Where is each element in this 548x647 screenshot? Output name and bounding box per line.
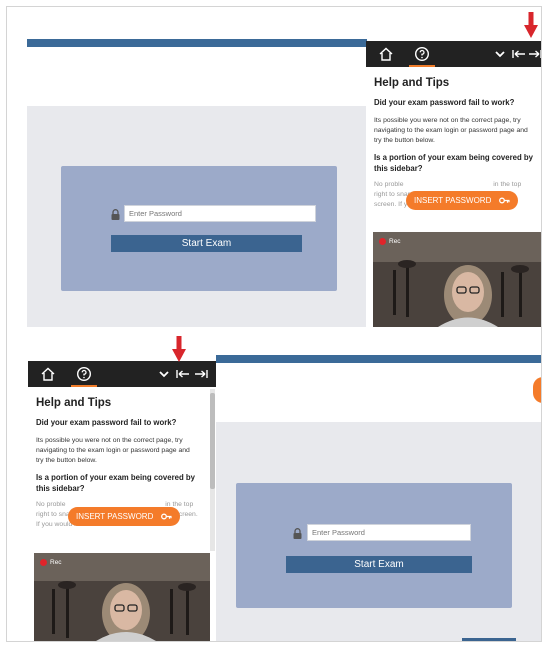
answer-start: No proble — [36, 501, 66, 508]
insert-password-button[interactable]: INSERT PASSWORD — [68, 507, 180, 526]
webcam-image — [373, 232, 541, 327]
webcam-feed: Rec — [34, 553, 210, 641]
key-icon — [160, 513, 172, 520]
record-dot-icon — [379, 238, 386, 245]
question-sidebar-covering: Is a portion of your exam being covered … — [374, 153, 534, 173]
lock-icon — [293, 528, 302, 539]
recording-indicator: Rec — [40, 559, 62, 566]
start-exam-button[interactable]: Start Exam — [286, 556, 472, 573]
question-sidebar-covering: Is a portion of your exam being covered … — [36, 473, 196, 493]
key-icon — [498, 197, 510, 204]
start-exam-button[interactable]: Start Exam — [111, 235, 302, 252]
record-dot-icon — [40, 559, 47, 566]
home-icon[interactable] — [40, 366, 56, 382]
help-icon[interactable] — [76, 366, 92, 382]
edge-badge — [533, 377, 541, 403]
scrollbar-thumb[interactable] — [210, 393, 215, 489]
recording-indicator: Rec — [379, 238, 401, 245]
bottom-edge-bar — [462, 638, 516, 641]
screenshot-top: Enter Password Start Exam Help and Tips … — [27, 31, 541, 327]
insert-password-label: INSERT PASSWORD — [414, 196, 492, 205]
exam-login-box: Enter Password Start Exam — [236, 483, 512, 608]
rec-label: Rec — [389, 238, 401, 246]
exam-login-box: Enter Password Start Exam — [61, 166, 337, 291]
sidebar-title: Help and Tips — [374, 77, 450, 89]
rec-label: Rec — [50, 559, 62, 567]
exam-header-bar — [27, 39, 367, 47]
chevron-down-icon[interactable] — [494, 46, 506, 62]
help-sidebar: Help and Tips Did your exam password fai… — [366, 41, 541, 327]
insert-password-label: INSERT PASSWORD — [76, 512, 154, 521]
active-tab-indicator — [71, 385, 97, 387]
red-down-arrow-icon — [524, 12, 538, 38]
sidebar-scrollbar[interactable] — [210, 389, 215, 551]
chevron-down-icon[interactable] — [158, 366, 170, 382]
home-icon[interactable] — [378, 46, 394, 62]
exam-stage: Enter Password Start Exam — [216, 422, 541, 641]
question-password-fail: Did your exam password fail to work? — [36, 418, 177, 427]
exam-header-bar — [216, 355, 541, 363]
question-password-fail: Did your exam password fail to work? — [374, 98, 515, 107]
snap-right-icon[interactable] — [528, 46, 541, 62]
red-down-arrow-icon — [172, 336, 186, 362]
snap-left-icon[interactable] — [176, 366, 190, 382]
answer-password-fail: Its possible you were not on the correct… — [374, 117, 528, 144]
password-field[interactable]: Enter Password — [307, 524, 471, 541]
snap-right-icon[interactable] — [194, 366, 208, 382]
screenshot-bottom: Enter Password Start Exam Help and Tips … — [28, 355, 541, 641]
answer-password-fail: Its possible you were not on the correct… — [36, 437, 190, 464]
lock-icon — [111, 209, 120, 220]
help-icon[interactable] — [414, 46, 430, 62]
sidebar-header — [366, 41, 541, 67]
active-tab-indicator — [409, 65, 435, 67]
exam-stage: Enter Password Start Exam — [27, 106, 367, 327]
password-field[interactable]: Enter Password — [124, 205, 316, 222]
sidebar-title: Help and Tips — [36, 397, 112, 409]
sidebar-header — [28, 361, 216, 387]
webcam-feed: Rec — [373, 232, 541, 327]
answer-start: No proble — [374, 181, 404, 188]
snap-left-icon[interactable] — [512, 46, 526, 62]
insert-password-button[interactable]: INSERT PASSWORD — [406, 191, 518, 210]
help-sidebar: Help and Tips Did your exam password fai… — [28, 361, 216, 641]
figure-frame: Enter Password Start Exam Help and Tips … — [6, 6, 542, 642]
